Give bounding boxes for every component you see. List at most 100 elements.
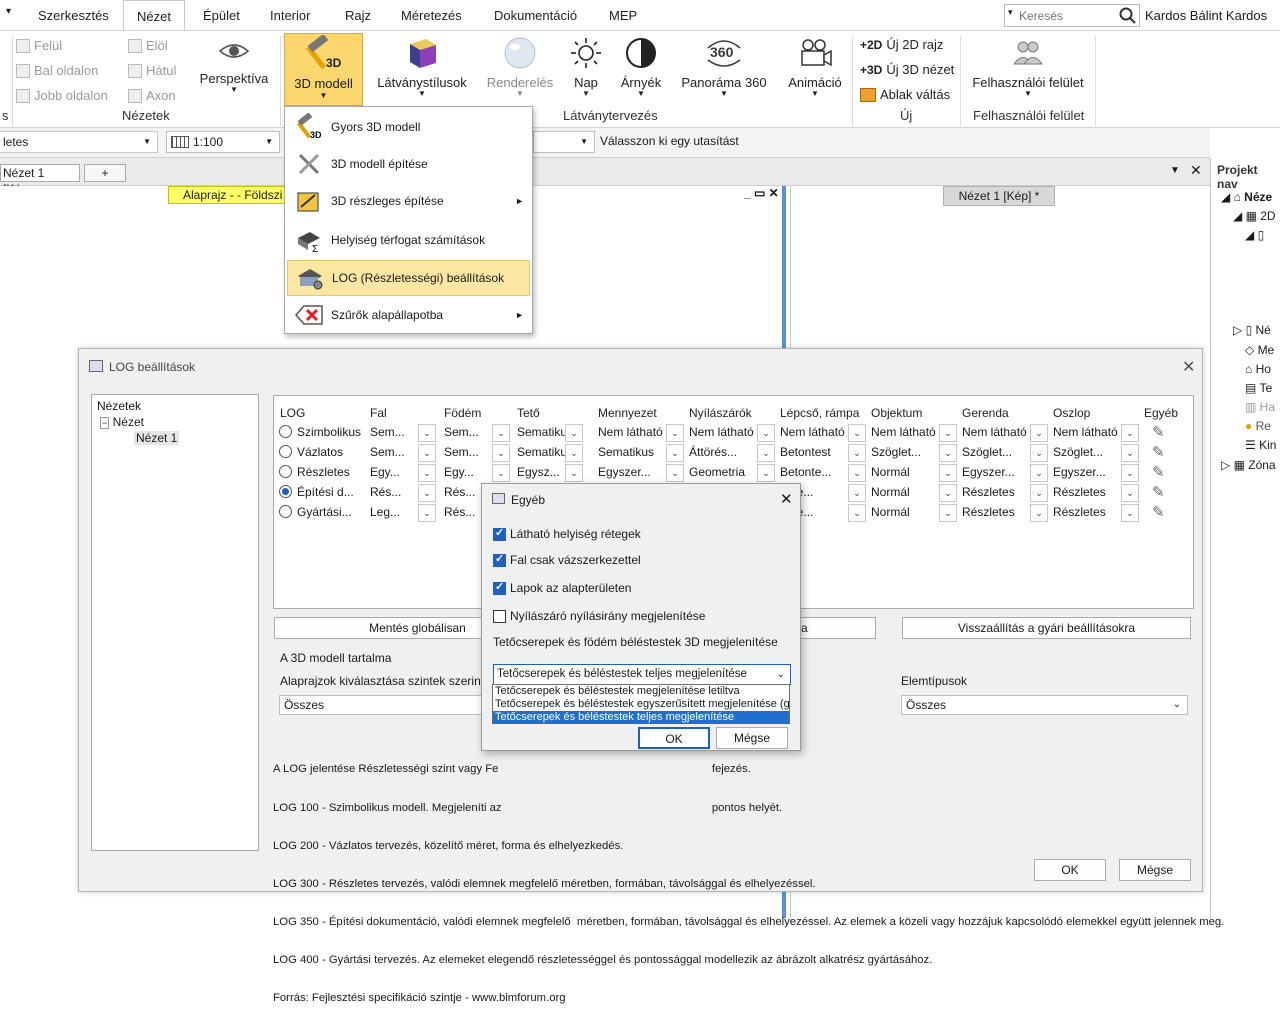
axon-button[interactable]: Axon — [128, 88, 176, 103]
edit-pencil-icon[interactable]: ✎ — [1152, 463, 1165, 481]
floorplan-window-controls[interactable]: _ ▭ ✕ — [744, 186, 779, 200]
search-input[interactable] — [1019, 7, 1119, 24]
panorama-button[interactable]: 360 Panoráma 360 ▼ — [678, 36, 770, 98]
cell-dropdown-button[interactable]: ⌄ — [1121, 444, 1139, 462]
cell-dropdown-button[interactable]: ⌄ — [1030, 464, 1048, 482]
nav-item[interactable]: ◢ ⌂ Néze — [1221, 190, 1272, 204]
user-name[interactable]: Kardos Bálint Kardos — [1145, 8, 1267, 23]
log-level-radio[interactable] — [279, 465, 292, 478]
tab-epulet[interactable]: Épület — [203, 0, 240, 30]
reset-factory-button[interactable]: Visszaállítás a gyári beállításokra — [902, 617, 1191, 639]
cell-dropdown-button[interactable]: ⌄ — [565, 444, 583, 462]
cell-dropdown-button[interactable]: ⌄ — [939, 424, 957, 442]
menu-item-quick-3d[interactable]: 3D Gyors 3D modell — [287, 109, 530, 145]
cell-dropdown-button[interactable]: ⌄ — [848, 444, 866, 462]
hatul-button[interactable]: Hátul — [128, 63, 176, 78]
floorplan-title-tab[interactable]: Alaprajz - - Földszi — [168, 186, 288, 204]
roof-option[interactable]: Tetőcserepek és béléstestek megjelenítés… — [493, 685, 789, 698]
cell-dropdown-button[interactable]: ⌄ — [1121, 424, 1139, 442]
jobb-oldalon-button[interactable]: Jobb oldalon — [16, 88, 108, 103]
roof-option-selected[interactable]: Tetőcserepek és béléstestek teljes megje… — [493, 711, 789, 724]
tab-szerkesztes[interactable]: Szerkesztés — [38, 0, 109, 30]
ui-button[interactable]: Felhasználói felület ▼ — [968, 36, 1088, 98]
check-opening-direction[interactable]: Nyílászáró nyílásirány megjelenítése — [493, 609, 705, 623]
window-switch-button[interactable]: Ablak váltás — [860, 87, 950, 102]
render-button[interactable]: Renderelés ▼ — [484, 36, 556, 98]
nav-item[interactable]: ◇ Me — [1245, 343, 1274, 357]
log-level-radio[interactable] — [279, 485, 292, 498]
nav-item[interactable]: ▤ Te — [1245, 381, 1272, 395]
tab-mep[interactable]: MEP — [609, 0, 637, 30]
nav-item[interactable]: ☰ Kin — [1245, 438, 1276, 452]
nav-item[interactable]: ◢ ▯ — [1245, 228, 1264, 242]
roof-display-select[interactable]: Tetőcserepek és béléstestek teljes megje… — [493, 664, 791, 685]
cell-dropdown-button[interactable]: ⌄ — [492, 424, 510, 442]
search-icon[interactable] — [1119, 7, 1136, 24]
cell-dropdown-button[interactable]: ⌄ — [418, 464, 436, 482]
cell-dropdown-button[interactable]: ⌄ — [418, 504, 436, 522]
perspective-button[interactable]: Perspektíva ▼ — [198, 36, 270, 94]
element-types-combo[interactable]: Összes ⌄ — [901, 695, 1188, 715]
search-dropdown-icon[interactable]: ▾ — [1008, 7, 1013, 18]
menu-item-partial-3d[interactable]: 3D részleges építése ► — [287, 183, 530, 219]
new-tab-button[interactable]: + — [84, 164, 126, 182]
nav-item[interactable]: ▷ ▯ Né — [1233, 323, 1271, 337]
quick-access-caret[interactable]: ▾ — [6, 6, 11, 17]
animation-button[interactable]: Animáció ▼ — [784, 36, 846, 98]
cell-dropdown-button[interactable]: ⌄ — [939, 464, 957, 482]
menu-item-reset-filters[interactable]: Szűrők alapállapotba ► — [287, 297, 530, 333]
cell-dropdown-button[interactable]: ⌄ — [939, 484, 957, 502]
nav-item[interactable]: ● Re — [1245, 419, 1271, 433]
cell-dropdown-button[interactable]: ⌄ — [1030, 424, 1048, 442]
check-wall-frame[interactable]: Fal csak vázszerkezettel — [493, 552, 641, 567]
visual-styles-button[interactable]: Látványstílusok ▼ — [376, 36, 468, 98]
tab-interior[interactable]: Interior — [270, 0, 310, 30]
command-combo[interactable]: ▼ — [533, 131, 595, 153]
cell-dropdown-button[interactable]: ⌄ — [1030, 444, 1048, 462]
nav-item[interactable]: ▷ ▦ Zóna — [1221, 458, 1276, 472]
tab-meretezes[interactable]: Méretezés — [401, 0, 462, 30]
cell-dropdown-button[interactable]: ⌄ — [757, 424, 775, 442]
cell-dropdown-button[interactable]: ⌄ — [565, 424, 583, 442]
log-level-radio[interactable] — [279, 505, 292, 518]
edit-pencil-icon[interactable]: ✎ — [1152, 443, 1165, 461]
cell-dropdown-button[interactable]: ⌄ — [757, 464, 775, 482]
new-3d-button[interactable]: +3D Új 3D nézet — [860, 62, 954, 77]
collapse-icon[interactable]: − — [100, 417, 110, 429]
shadow-button[interactable]: Árnyék ▼ — [618, 36, 664, 98]
nav-item[interactable]: ⌂ Ho — [1245, 362, 1271, 376]
cell-dropdown-button[interactable]: ⌄ — [1030, 504, 1048, 522]
elol-button[interactable]: Elöl — [128, 38, 168, 53]
close-icon[interactable]: ✕ — [780, 490, 793, 508]
cell-dropdown-button[interactable]: ⌄ — [939, 504, 957, 522]
cell-dropdown-button[interactable]: ⌄ — [418, 424, 436, 442]
cell-dropdown-button[interactable]: ⌄ — [492, 464, 510, 482]
checkbox[interactable] — [493, 526, 506, 541]
cell-dropdown-button[interactable]: ⌄ — [666, 424, 684, 442]
checkbox[interactable] — [493, 609, 506, 623]
close-icon[interactable]: ✕ — [1182, 357, 1195, 377]
middle-button[interactable]: a — [799, 617, 876, 639]
menu-item-build-3d[interactable]: 3D modell építése — [287, 146, 530, 182]
other-cancel-button[interactable]: Mégse — [716, 727, 788, 749]
sun-button[interactable]: Nap ▼ — [566, 36, 606, 98]
cell-dropdown-button[interactable]: ⌄ — [848, 484, 866, 502]
cell-dropdown-button[interactable]: ⌄ — [848, 504, 866, 522]
cell-dropdown-button[interactable]: ⌄ — [1121, 464, 1139, 482]
cell-dropdown-button[interactable]: ⌄ — [666, 444, 684, 462]
cell-dropdown-button[interactable]: ⌄ — [492, 444, 510, 462]
edit-pencil-icon[interactable]: ✎ — [1152, 503, 1165, 521]
menu-item-room-volume[interactable]: Σ Helyiség térfogat számítások — [287, 222, 530, 258]
tree-leaf-nezet1[interactable]: Nézet 1 — [134, 431, 180, 445]
cell-dropdown-button[interactable]: ⌄ — [666, 464, 684, 482]
scale-combo[interactable]: 1:100 ▼ — [166, 131, 280, 153]
tab-dokumentacio[interactable]: Dokumentáció — [494, 0, 577, 30]
cell-dropdown-button[interactable]: ⌄ — [848, 464, 866, 482]
cell-dropdown-button[interactable]: ⌄ — [939, 444, 957, 462]
cell-dropdown-button[interactable]: ⌄ — [565, 464, 583, 482]
doc-tab-view1[interactable]: Nézet 1 [Kép... — [0, 164, 80, 196]
checkbox[interactable] — [493, 552, 506, 567]
menu-item-log-settings[interactable]: LOG (Részletességi) beállítások — [287, 260, 530, 296]
check-tiles-floor[interactable]: Lapok az alapterületen — [493, 580, 631, 595]
cell-dropdown-button[interactable]: ⌄ — [418, 484, 436, 502]
